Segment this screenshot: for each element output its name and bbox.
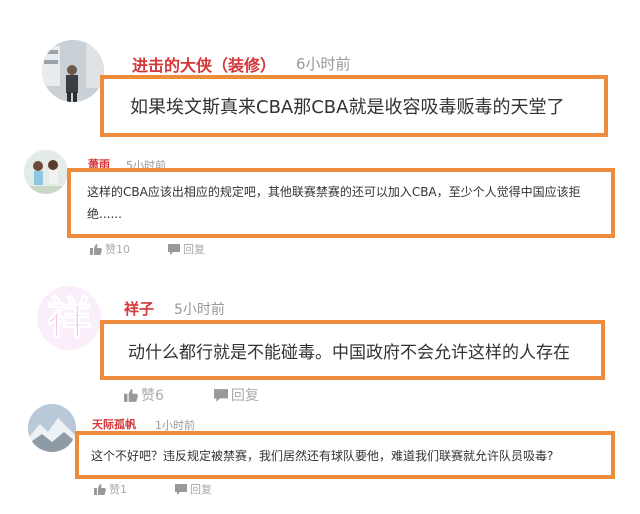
avatar[interactable]: 祥 — [36, 285, 102, 351]
thumbs-up-icon — [94, 483, 106, 495]
comment-actions: 赞10 回复 — [90, 241, 205, 257]
comment-text: 如果埃文斯真来CBA那CBA就是收容吸毒贩毒的天堂了 — [130, 97, 565, 118]
thumbs-up-icon — [90, 243, 102, 255]
comment-bubble-icon — [213, 388, 228, 402]
avatar-photo-icon — [42, 40, 104, 102]
avatar[interactable] — [24, 150, 68, 194]
comment-actions: 赞1 回复 — [94, 481, 212, 497]
comment-text: 动什么都行就是不能碰毒。中国政府不会允许这样的人存在 — [128, 342, 570, 363]
comment-text: 这个不好吧？违反规定被禁赛，我们居然还有球队要他，难道我们联赛就允许队员吸毒? — [91, 448, 554, 463]
comment-text-box: 动什么都行就是不能碰毒。中国政府不会允许这样的人存在 — [100, 320, 605, 380]
svg-text:祥: 祥 — [47, 293, 91, 344]
reply-label: 回复 — [183, 243, 205, 256]
like-count: 赞6 — [141, 388, 164, 404]
comment-bubble-icon — [168, 243, 180, 255]
avatar[interactable] — [28, 404, 76, 452]
like-button[interactable]: 赞6 — [124, 385, 164, 405]
reply-label: 回复 — [230, 388, 259, 404]
like-button[interactable]: 赞10 — [90, 241, 130, 257]
comment-time: 6小时前 — [296, 55, 351, 73]
like-count: 赞1 — [109, 483, 127, 496]
comment-text-box: 如果埃文斯真来CBA那CBA就是收容吸毒贩毒的天堂了 — [100, 75, 608, 137]
avatar-mountain-icon — [28, 404, 76, 452]
comment-text: 这样的CBA应该出相应的规定吧，其他联赛禁赛的还可以加入CBA，至少个人觉得中国… — [87, 185, 581, 221]
comment-text-box: 这个不好吧？违反规定被禁赛，我们居然还有球队要他，难道我们联赛就允许队员吸毒? — [75, 431, 615, 479]
reply-label: 回复 — [190, 483, 212, 496]
comment-actions: 赞6 回复 — [124, 385, 259, 405]
reply-button[interactable]: 回复 — [168, 241, 205, 257]
reply-button[interactable]: 回复 — [213, 385, 259, 405]
comment-text-box: 这样的CBA应该出相应的规定吧，其他联赛禁赛的还可以加入CBA，至少个人觉得中国… — [67, 168, 615, 238]
username[interactable]: 祥子 — [124, 298, 154, 319]
username[interactable]: 天际孤帆 — [92, 416, 136, 432]
like-count: 赞10 — [105, 243, 130, 256]
comment-bubble-icon — [175, 483, 187, 495]
avatar-character-icon: 祥 — [37, 286, 101, 350]
avatar-children-icon — [24, 150, 68, 194]
username[interactable]: 进击的大侠（装修） — [132, 52, 276, 76]
avatar[interactable] — [42, 40, 104, 102]
thumbs-up-icon — [124, 388, 138, 402]
comment-time: 5小时前 — [174, 302, 225, 318]
reply-button[interactable]: 回复 — [175, 481, 212, 497]
like-button[interactable]: 赞1 — [94, 481, 127, 497]
